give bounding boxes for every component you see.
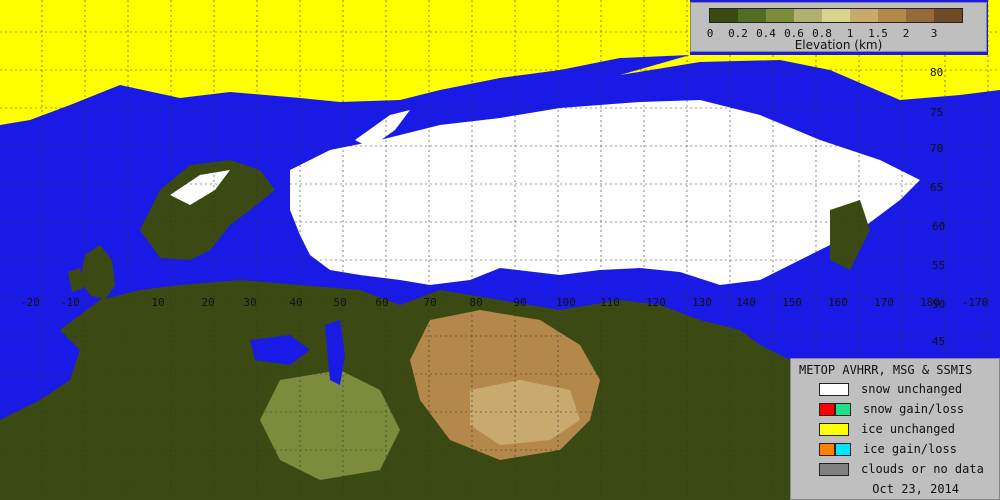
elevation-swatch — [710, 9, 738, 22]
legend-label: ice unchanged — [861, 422, 955, 436]
legend-row: ice unchanged — [819, 422, 955, 436]
latitude-label: 80 — [930, 66, 943, 79]
longitude-label: 90 — [513, 296, 526, 309]
longitude-label: 100 — [556, 296, 576, 309]
latitude-label: 50 — [932, 298, 945, 311]
longitude-label: -170 — [962, 296, 989, 309]
legend-swatch — [819, 382, 849, 396]
longitude-label: 130 — [692, 296, 712, 309]
longitude-label: 60 — [375, 296, 388, 309]
elevation-swatch — [766, 9, 794, 22]
legend-swatch — [819, 442, 851, 456]
legend-label: snow gain/loss — [863, 402, 965, 416]
map-date: Oct 23, 2014 — [872, 482, 959, 496]
legend-row: clouds or no data — [819, 462, 984, 476]
legend-label: snow unchanged — [861, 382, 963, 396]
elevation-swatch — [738, 9, 766, 22]
product-legend-title: METOP AVHRR, MSG & SSMIS — [799, 363, 973, 377]
legend-label: clouds or no data — [861, 462, 984, 476]
legend-swatch — [819, 422, 849, 436]
latitude-labels: 807570656055504540 — [930, 66, 945, 387]
elevation-swatch — [934, 9, 962, 22]
legend-row: ice gain/loss — [819, 442, 957, 456]
latitude-label: 45 — [932, 335, 945, 348]
latitude-label: 65 — [930, 181, 943, 194]
product-legend: METOP AVHRR, MSG & SSMIS snow unchanged s… — [790, 358, 1000, 500]
legend-row: snow gain/loss — [819, 402, 964, 416]
legend-swatch — [819, 462, 849, 476]
longitude-label: 140 — [736, 296, 756, 309]
latitude-label: 60 — [932, 220, 945, 233]
longitude-label: 120 — [646, 296, 666, 309]
elevation-swatch — [822, 9, 850, 22]
longitude-label: 110 — [600, 296, 620, 309]
latitude-label: 70 — [930, 142, 943, 155]
longitude-label: 40 — [289, 296, 302, 309]
longitude-label: 80 — [469, 296, 482, 309]
longitude-label: 160 — [828, 296, 848, 309]
longitude-label: 10 — [151, 296, 164, 309]
elevation-swatch — [850, 9, 878, 22]
latitude-label: 75 — [930, 106, 943, 119]
europe-land — [0, 280, 790, 500]
latitude-label: 55 — [932, 259, 945, 272]
elevation-swatch — [906, 9, 934, 22]
elevation-swatch — [794, 9, 822, 22]
longitude-label: 30 — [243, 296, 256, 309]
longitude-label: 20 — [201, 296, 214, 309]
elevation-color-bar — [709, 8, 963, 23]
elevation-legend-title: Elevation (km) — [794, 38, 883, 52]
longitude-label: 170 — [874, 296, 894, 309]
longitude-label: -10 — [60, 296, 80, 309]
longitude-label: -20 — [20, 296, 40, 309]
legend-row: snow unchanged — [819, 382, 962, 396]
longitude-label: 50 — [333, 296, 346, 309]
legend-label: ice gain/loss — [863, 442, 957, 456]
longitude-label: 150 — [782, 296, 802, 309]
longitude-label: 70 — [423, 296, 436, 309]
elevation-swatch — [878, 9, 906, 22]
elevation-legend: 0 0.2 0.4 0.6 0.8 1 1.5 2 3 Elevation (km) — [690, 2, 987, 52]
legend-swatch — [819, 402, 851, 416]
